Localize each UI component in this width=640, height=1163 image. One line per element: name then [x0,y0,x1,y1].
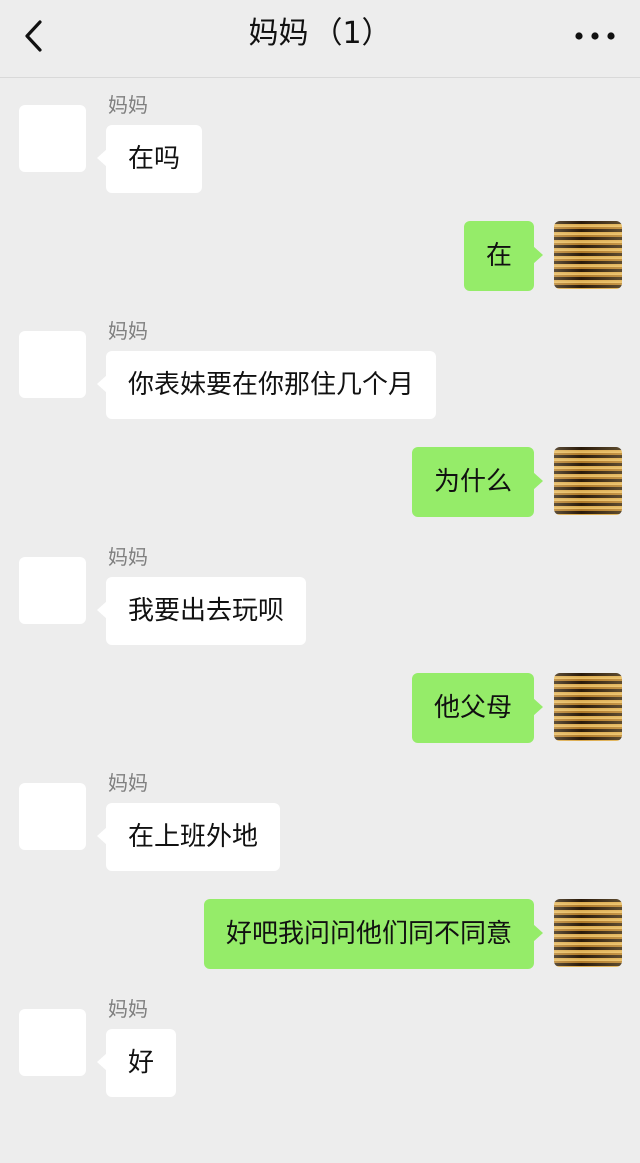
message-bubble[interactable]: 我要出去玩呗 [96,577,307,645]
sender-name: 妈妈 [108,93,148,117]
more-options-button[interactable] [572,18,618,54]
sender-name: 妈妈 [108,545,148,569]
chat-message-list[interactable]: 妈妈 在吗 在 妈妈 你表妹要在你那住几个月 为什么 妈妈 我要出去玩呗 他父母… [0,79,640,1163]
message-outgoing: 好吧我问问他们同不同意 [0,899,640,971]
contact-avatar[interactable] [19,105,86,172]
chat-header: 妈妈 （1） [0,0,640,78]
message-outgoing: 为什么 [0,447,640,519]
back-button[interactable] [14,12,54,60]
message-outgoing: 他父母 [0,673,640,745]
contact-avatar[interactable] [19,783,86,850]
contact-avatar[interactable] [19,1009,86,1076]
sender-name: 妈妈 [108,771,148,795]
message-incoming: 妈妈 我要出去玩呗 [0,531,640,651]
user-avatar[interactable] [554,221,622,289]
message-outgoing: 在 [0,221,640,293]
message-bubble[interactable]: 在 [463,221,544,291]
sender-name: 妈妈 [108,319,148,343]
sender-name: 妈妈 [108,997,148,1021]
message-bubble[interactable]: 在上班外地 [96,803,281,871]
user-avatar[interactable] [554,899,622,967]
page-title: 妈妈 （1） [0,14,640,54]
user-avatar[interactable] [554,673,622,741]
message-incoming: 妈妈 好 [0,983,640,1103]
message-bubble[interactable]: 你表妹要在你那住几个月 [96,351,437,419]
more-dots-icon [575,32,615,40]
message-bubble[interactable]: 在吗 [96,125,203,193]
chevron-left-icon [25,20,42,52]
message-bubble[interactable]: 为什么 [411,447,544,517]
message-incoming: 妈妈 在上班外地 [0,757,640,877]
message-incoming: 妈妈 你表妹要在你那住几个月 [0,305,640,425]
contact-avatar[interactable] [19,331,86,398]
chat-title-name: 妈妈 [248,16,309,51]
user-avatar[interactable] [554,447,622,515]
message-bubble[interactable]: 他父母 [411,673,544,743]
message-incoming: 妈妈 在吗 [0,79,640,199]
contact-avatar[interactable] [19,557,86,624]
message-bubble[interactable]: 好 [96,1029,177,1097]
message-bubble[interactable]: 好吧我问问他们同不同意 [203,899,544,969]
chat-member-count: （1） [312,16,392,51]
